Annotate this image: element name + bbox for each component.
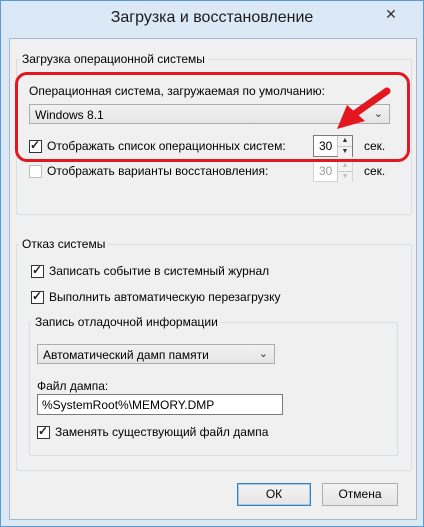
chevron-down-icon: ⌄ [258, 348, 268, 360]
spin-buttons-disabled: ▲ ▼ [337, 161, 352, 182]
write-event-label: Записать событие в системный журнал [49, 264, 270, 278]
show-recovery-seconds-value: 30 [319, 164, 333, 178]
ok-button[interactable]: ОК [237, 483, 311, 506]
dump-type-value: Автоматический дамп памяти [43, 348, 209, 362]
debug-info-group-label: Запись отладочной информации [32, 315, 221, 329]
failure-group-label: Отказ системы [19, 237, 109, 251]
show-recovery-seconds[interactable]: 30 ▲ ▼ [313, 160, 353, 182]
auto-restart-label: Выполнить автоматическую перезагрузку [49, 290, 281, 304]
title-bar: Загрузка и восстановление ✕ [1, 1, 423, 37]
red-pointer-arrow-icon [337, 87, 391, 129]
dump-file-value: %SystemRoot%\MEMORY.DMP [42, 398, 215, 412]
close-icon: ✕ [385, 5, 397, 22]
dump-type-select[interactable]: Автоматический дамп памяти ⌄ [37, 344, 275, 364]
close-button[interactable]: ✕ [369, 3, 413, 25]
spin-down-icon[interactable]: ▼ [338, 171, 352, 182]
cancel-button[interactable]: Отмена [322, 483, 398, 506]
startup-group-label: Загрузка операционной системы [19, 52, 208, 66]
dump-file-label: Файл дампа: [37, 379, 109, 393]
overwrite-dump-checkbox[interactable] [37, 424, 50, 439]
spin-up-icon[interactable]: ▲ [338, 161, 352, 171]
overwrite-dump-label: Заменять существующий файл дампа [55, 425, 269, 439]
show-recovery-checkbox[interactable] [29, 165, 42, 178]
show-recovery-unit: сек. [364, 164, 386, 178]
window-title: Загрузка и восстановление [110, 9, 314, 26]
auto-restart-checkbox[interactable] [31, 289, 44, 304]
dump-file-field[interactable]: %SystemRoot%\MEMORY.DMP [37, 394, 283, 415]
show-recovery-label: Отображать варианты восстановления: [47, 164, 269, 178]
write-event-checkbox[interactable] [31, 263, 44, 278]
